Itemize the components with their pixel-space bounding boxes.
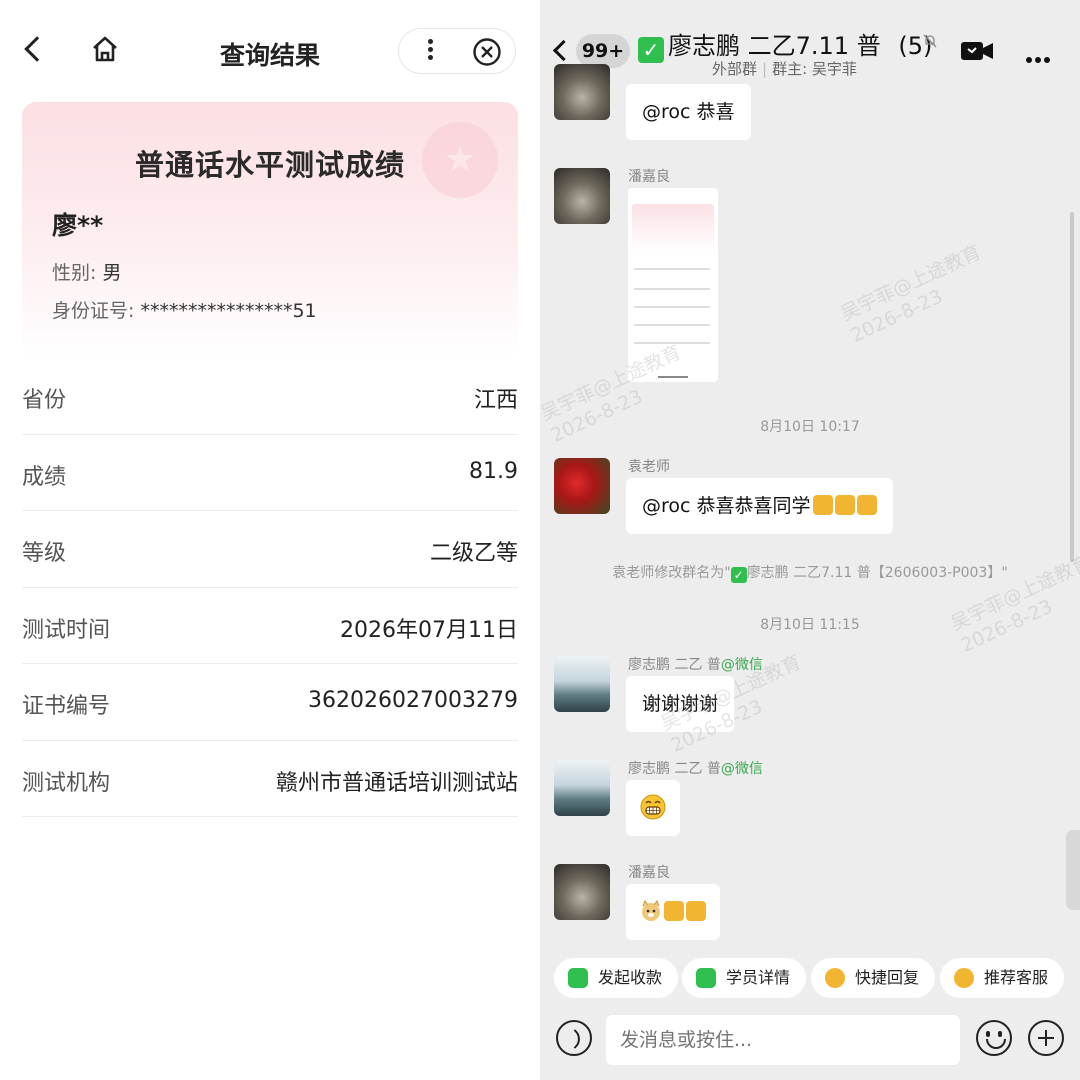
message-bubble[interactable]: @roc 恭喜恭喜同学 xyxy=(626,478,893,534)
row-label: 测试时间 xyxy=(22,617,111,643)
timestamp: 8月10日 10:17 xyxy=(760,419,860,435)
quick-action-quick-reply[interactable]: 快捷回复 xyxy=(811,958,936,998)
wechat-tag: @微信 xyxy=(720,761,763,777)
row-value: 362026027003279 xyxy=(308,688,518,713)
avatar[interactable] xyxy=(554,458,610,514)
voice-icon[interactable] xyxy=(556,1020,592,1056)
avatar[interactable] xyxy=(554,656,610,712)
candidate-name: 廖** xyxy=(52,211,104,240)
emoji-icon[interactable] xyxy=(976,1020,1012,1056)
more-icon[interactable] xyxy=(420,36,440,66)
more-icon[interactable] xyxy=(1026,48,1053,67)
avatar[interactable] xyxy=(554,168,610,224)
id-label: 身份证号: xyxy=(52,300,135,322)
avatar[interactable] xyxy=(554,760,610,816)
row-value: 81.9 xyxy=(469,458,518,484)
group-chat-window: 99+ ✓ 廖志鹏 二乙7.11 普 (5) 外部群 | 群主: 吴宇菲 @roc 恭… xyxy=(540,0,1080,1080)
table-row: 测试时间 2026年07月11日 xyxy=(22,588,518,664)
id-value: ****************51 xyxy=(140,300,317,322)
back-icon[interactable] xyxy=(552,39,575,62)
checkmark-icon: ✓ xyxy=(730,567,747,583)
gender-line: 性别: 男 xyxy=(52,258,121,285)
row-value: 赣州市普通话培训测试站 xyxy=(275,770,518,796)
service-icon xyxy=(954,968,974,988)
mute-bell-icon xyxy=(923,34,937,48)
yuan-icon xyxy=(568,968,588,988)
table-row: 测试机构 赣州市普通话培训测试站 xyxy=(22,741,518,817)
doge-emoji-icon xyxy=(642,899,660,921)
message-bubble[interactable] xyxy=(626,780,680,836)
message-text: @roc 恭喜恭喜同学 xyxy=(642,495,811,517)
card-title: 普通话水平测试成绩 xyxy=(134,148,405,182)
system-text: 袁老师修改群名为" xyxy=(612,565,731,581)
message-bubble[interactable] xyxy=(626,884,720,940)
row-label: 测试机构 xyxy=(22,770,111,796)
quick-action-bar: 发起收款 学员详情 快捷回复 推荐客服 xyxy=(540,946,1080,1008)
row-label: 省份 xyxy=(22,388,67,413)
sender-name: 廖志鹏 二乙 普@微信 xyxy=(628,654,763,674)
grin-emoji-icon xyxy=(640,794,666,820)
system-message: 袁老师修改群名为" ✓ 廖志鹏 二乙7.11 普【2606003-P003】" xyxy=(540,562,1080,583)
watermark: 吴宇菲@上途教育 2026-8-23 xyxy=(837,241,985,347)
thumbs-up-icon xyxy=(834,495,855,515)
row-label: 证书编号 xyxy=(22,694,111,719)
quick-action-recommend-service[interactable]: 推荐客服 xyxy=(940,958,1065,998)
input-bar xyxy=(540,1010,1080,1080)
sender-text: 廖志鹏 二乙 普 xyxy=(628,657,721,673)
row-value: 江西 xyxy=(473,388,518,413)
group-owner: 群主: 吴宇菲 xyxy=(772,60,857,78)
group-type: 外部群 xyxy=(712,60,758,78)
plus-icon[interactable] xyxy=(1028,1020,1064,1056)
sender-text: 廖志鹏 二乙 普 xyxy=(628,761,721,777)
sender-name: 潘嘉良 xyxy=(628,169,670,185)
reply-icon xyxy=(825,968,845,988)
side-handle[interactable] xyxy=(1066,830,1080,910)
thumbs-up-icon xyxy=(856,495,877,515)
row-value: 二级乙等 xyxy=(429,541,518,566)
video-call-icon[interactable] xyxy=(960,40,994,62)
gender-label: 性别: xyxy=(52,262,97,284)
gender-value: 男 xyxy=(102,262,122,284)
table-row: 证书编号 362026027003279 xyxy=(22,664,518,741)
row-label: 等级 xyxy=(22,541,67,566)
thumbs-up-icon xyxy=(664,901,684,921)
table-row: 等级 二级乙等 xyxy=(22,511,518,588)
thumbs-up-icon xyxy=(812,495,833,515)
unread-badge[interactable]: 99+ xyxy=(576,34,630,68)
chat-header: 99+ ✓ 廖志鹏 二乙7.11 普 (5) 外部群 | 群主: 吴宇菲 xyxy=(540,0,1080,82)
query-result-page: 查询结果 ★ 普通话水平测试成绩 廖** 性别: 男 身份证号: *******… xyxy=(0,0,540,1080)
scrollbar[interactable] xyxy=(1070,212,1074,562)
system-text: 廖志鹏 二乙7.11 普【2606003-P003】" xyxy=(746,565,1008,581)
group-name: 廖志鹏 二乙7.11 普 xyxy=(668,32,881,60)
sender-name: 潘嘉良 xyxy=(628,865,670,881)
group-subtitle: 外部群 | 群主: 吴宇菲 xyxy=(712,60,857,78)
row-value: 2026年07月11日 xyxy=(340,617,518,643)
quick-action-collect-payment[interactable]: 发起收款 xyxy=(554,958,679,998)
avatar[interactable] xyxy=(554,64,610,120)
checkmark-icon: ✓ xyxy=(638,37,664,63)
id-line: 身份证号: ****************51 xyxy=(52,296,317,323)
user-icon xyxy=(696,968,716,988)
table-row: 成绩 81.9 xyxy=(22,435,518,511)
quick-action-student-details[interactable]: 学员详情 xyxy=(682,958,807,998)
sender-name: 袁老师 xyxy=(628,459,670,475)
table-row: 省份 江西 xyxy=(22,358,518,435)
thumbs-up-icon xyxy=(686,901,706,921)
score-card: ★ 普通话水平测试成绩 廖** 性别: 男 身份证号: ************… xyxy=(22,102,518,358)
sender-name: 廖志鹏 二乙 普@微信 xyxy=(628,758,763,778)
close-icon[interactable] xyxy=(472,37,502,67)
avatar[interactable] xyxy=(554,864,610,920)
result-table: 省份 江西 成绩 81.9 等级 二级乙等 测试时间 2026年07月11日 证… xyxy=(22,358,518,817)
message-bubble[interactable]: @roc 恭喜 xyxy=(626,84,751,140)
row-label: 成绩 xyxy=(22,464,67,490)
message-input[interactable] xyxy=(606,1015,960,1065)
nav-bar: 查询结果 xyxy=(0,0,540,82)
